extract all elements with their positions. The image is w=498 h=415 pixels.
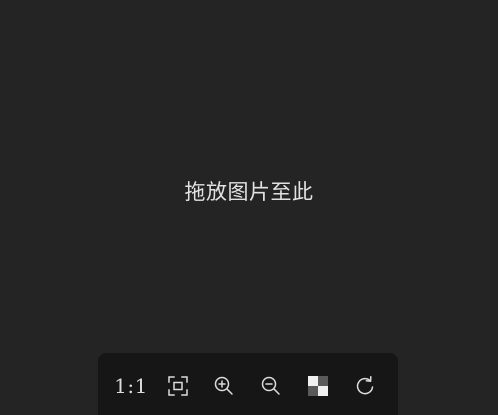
rotate-button[interactable] xyxy=(348,369,382,403)
image-drop-area[interactable]: 拖放图片至此 1:1 xyxy=(0,0,498,415)
viewer-toolbar: 1:1 xyxy=(98,353,398,415)
checkerboard-icon xyxy=(308,376,328,396)
transparency-background-button[interactable] xyxy=(301,369,335,403)
zoom-out-button[interactable] xyxy=(254,369,288,403)
rotate-clockwise-icon xyxy=(356,376,374,395)
zoom-in-icon xyxy=(214,376,233,395)
fit-to-window-button[interactable] xyxy=(161,369,195,403)
zoom-out-icon xyxy=(261,376,280,395)
drop-hint-text: 拖放图片至此 xyxy=(184,180,314,204)
fit-screen-icon xyxy=(168,376,188,396)
zoom-in-button[interactable] xyxy=(207,369,241,403)
actual-size-button[interactable]: 1:1 xyxy=(114,369,148,403)
